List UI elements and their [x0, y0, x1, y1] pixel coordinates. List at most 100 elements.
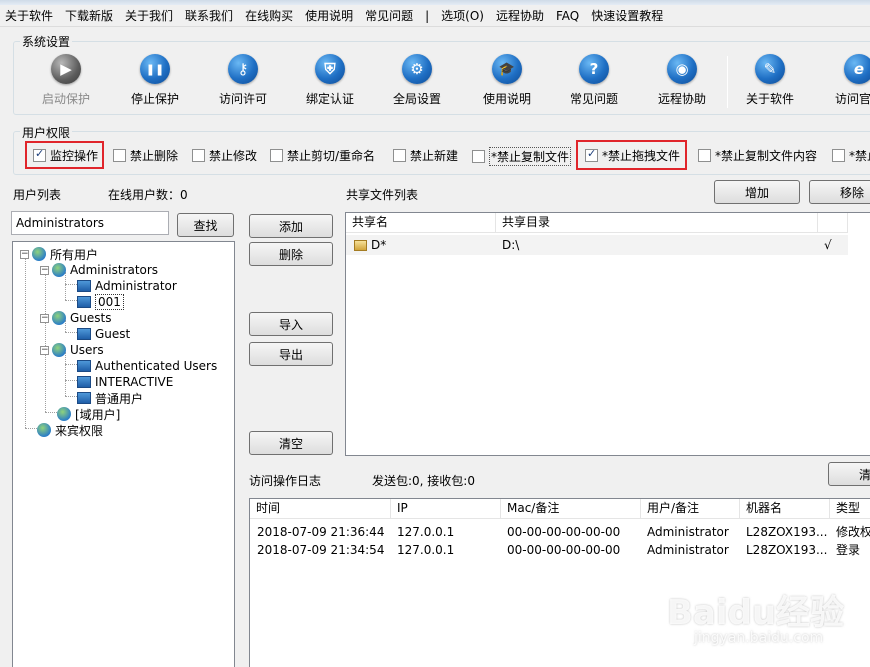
packet-stats: 发送包:0, 接收包:0	[372, 474, 475, 488]
perm-no-create[interactable]: 禁止新建	[393, 147, 458, 164]
user-tree[interactable]: − 所有用户 − Administrators Administrator 001 …	[12, 241, 235, 667]
group-globe-icon	[52, 263, 66, 277]
menu-faq[interactable]: FAQ	[556, 9, 579, 23]
column-header-share-name[interactable]: 共享名	[346, 213, 496, 233]
column-header-share-dir[interactable]: 共享目录	[496, 213, 818, 233]
system-settings-legend: 系统设置	[20, 33, 73, 50]
tree-guide	[65, 396, 77, 397]
clear-log-button[interactable]: 清	[828, 462, 870, 486]
menu-download[interactable]: 下载新版	[65, 7, 113, 24]
perm-no-copy-content[interactable]: *禁止复制文件内容	[698, 147, 817, 164]
bind-auth-button[interactable]: ⛨ 绑定认证	[286, 54, 374, 107]
about-software-button[interactable]: ✎ 关于软件	[726, 54, 814, 107]
menu-help[interactable]: 使用说明	[305, 7, 353, 24]
perm-more[interactable]: *禁止	[832, 147, 870, 164]
tree-guide	[65, 332, 77, 333]
column-header-time[interactable]: 时间	[250, 499, 391, 519]
share-dir: D:\	[502, 238, 520, 252]
table-row[interactable]: 2018-07-09 21:36:44 127.0.0.1 00-00-00-0…	[250, 523, 870, 541]
share-name: D*	[371, 238, 387, 252]
shared-files-list[interactable]: 共享名 共享目录 D* D:\ √	[345, 212, 870, 456]
stop-protect-button[interactable]: ❚❚ 停止保护	[111, 54, 199, 107]
group-globe-icon	[57, 407, 71, 421]
column-header-mac[interactable]: Mac/备注	[501, 499, 641, 519]
column-header-ip[interactable]: IP	[391, 499, 501, 519]
global-settings-button[interactable]: ⚙ 全局设置	[373, 54, 461, 107]
column-header-flag[interactable]	[818, 213, 848, 233]
user-list-title: 用户列表	[13, 188, 62, 202]
clear-button[interactable]: 清空	[249, 431, 333, 455]
import-button[interactable]: 导入	[249, 312, 333, 336]
search-button[interactable]: 查找	[177, 213, 234, 237]
user-monitor-icon	[77, 360, 91, 372]
tree-node-guest-perm[interactable]: 来宾权限	[37, 422, 103, 438]
user-monitor-icon	[77, 328, 91, 340]
baidu-watermark-logo: Baidu经验	[667, 593, 845, 633]
add-share-button[interactable]: 增加	[714, 180, 800, 204]
faq-button[interactable]: ? 常见问题	[550, 54, 638, 107]
tree-node-normal-users[interactable]: 普通用户	[77, 390, 143, 406]
export-button[interactable]: 导出	[249, 342, 333, 366]
table-row[interactable]: D* D:\ √	[346, 235, 848, 255]
menu-bar: 关于软件 下载新版 关于我们 联系我们 在线购买 使用说明 常见问题 | 选项(…	[0, 5, 870, 27]
tree-guide	[25, 256, 26, 428]
menu-options[interactable]: 选项(O)	[441, 7, 484, 24]
tree-guide	[65, 380, 77, 381]
add-user-button[interactable]: 添加	[249, 214, 333, 238]
user-monitor-icon	[77, 296, 91, 308]
visit-website-button[interactable]: e 访问官网	[815, 54, 870, 107]
collapse-icon: −	[40, 264, 49, 275]
menu-about-us[interactable]: 关于我们	[125, 7, 173, 24]
tree-node-all-users[interactable]: − 所有用户	[20, 246, 98, 262]
menu-buy[interactable]: 在线购买	[245, 7, 293, 24]
perm-no-modify[interactable]: 禁止修改	[192, 147, 257, 164]
tree-node-interactive[interactable]: INTERACTIVE	[77, 374, 173, 390]
tree-node-guest[interactable]: Guest	[77, 326, 130, 342]
group-globe-icon	[32, 247, 46, 261]
menu-faq-cn[interactable]: 常见问题	[365, 7, 413, 24]
checkbox-icon	[832, 149, 845, 162]
tree-node-001[interactable]: 001	[77, 294, 124, 310]
start-protect-button[interactable]: ▶ 启动保护	[22, 54, 110, 107]
tree-node-users[interactable]: − Users	[40, 342, 104, 358]
key-icon: ⚷	[228, 54, 258, 84]
perm-no-cut-rename[interactable]: 禁止剪切/重命名	[270, 147, 375, 164]
remove-share-button[interactable]: 移除	[809, 180, 870, 204]
menu-about-software[interactable]: 关于软件	[5, 7, 53, 24]
column-header-type[interactable]: 类型	[830, 499, 870, 519]
browser-e-icon: e	[844, 54, 870, 84]
graduation-cap-icon: 🎓	[492, 54, 522, 84]
menu-contact[interactable]: 联系我们	[185, 7, 233, 24]
tree-node-domain-users[interactable]: [域用户]	[57, 406, 120, 422]
access-permit-button[interactable]: ⚷ 访问许可	[199, 54, 287, 107]
table-row[interactable]: 2018-07-09 21:34:54 127.0.0.1 00-00-00-0…	[250, 541, 870, 559]
user-search-input[interactable]: Administrators	[11, 211, 169, 235]
collapse-icon: −	[40, 312, 49, 323]
checkbox-icon	[270, 149, 283, 162]
tree-node-guests[interactable]: − Guests	[40, 310, 112, 326]
tree-node-administrator[interactable]: Administrator	[77, 278, 177, 294]
highlight-drag	[576, 140, 687, 170]
perm-no-copy-file[interactable]: *禁止复制文件	[472, 147, 572, 166]
share-flag: √	[824, 238, 832, 252]
usage-guide-button[interactable]: 🎓 使用说明	[463, 54, 551, 107]
tree-node-administrators[interactable]: − Administrators	[40, 262, 158, 278]
tree-node-authenticated-users[interactable]: Authenticated Users	[77, 358, 217, 374]
checkbox-icon	[192, 149, 205, 162]
globe-hand-icon: ◉	[667, 54, 697, 84]
remote-assist-button[interactable]: ◉ 远程协助	[638, 54, 726, 107]
checkbox-icon	[393, 149, 406, 162]
gear-icon: ⚙	[402, 54, 432, 84]
permissions-legend: 用户权限	[20, 124, 73, 141]
group-globe-icon	[52, 311, 66, 325]
folder-pencil-icon	[354, 239, 367, 251]
tree-guide	[25, 428, 37, 429]
delete-user-button[interactable]: 删除	[249, 242, 333, 266]
menu-tutorial[interactable]: 快速设置教程	[591, 7, 663, 24]
checkbox-icon	[698, 149, 711, 162]
menu-remote[interactable]: 远程协助	[496, 7, 544, 24]
perm-no-delete[interactable]: 禁止删除	[113, 147, 178, 164]
column-header-machine[interactable]: 机器名	[740, 499, 830, 519]
column-header-user[interactable]: 用户/备注	[641, 499, 740, 519]
question-icon: ?	[579, 54, 609, 84]
